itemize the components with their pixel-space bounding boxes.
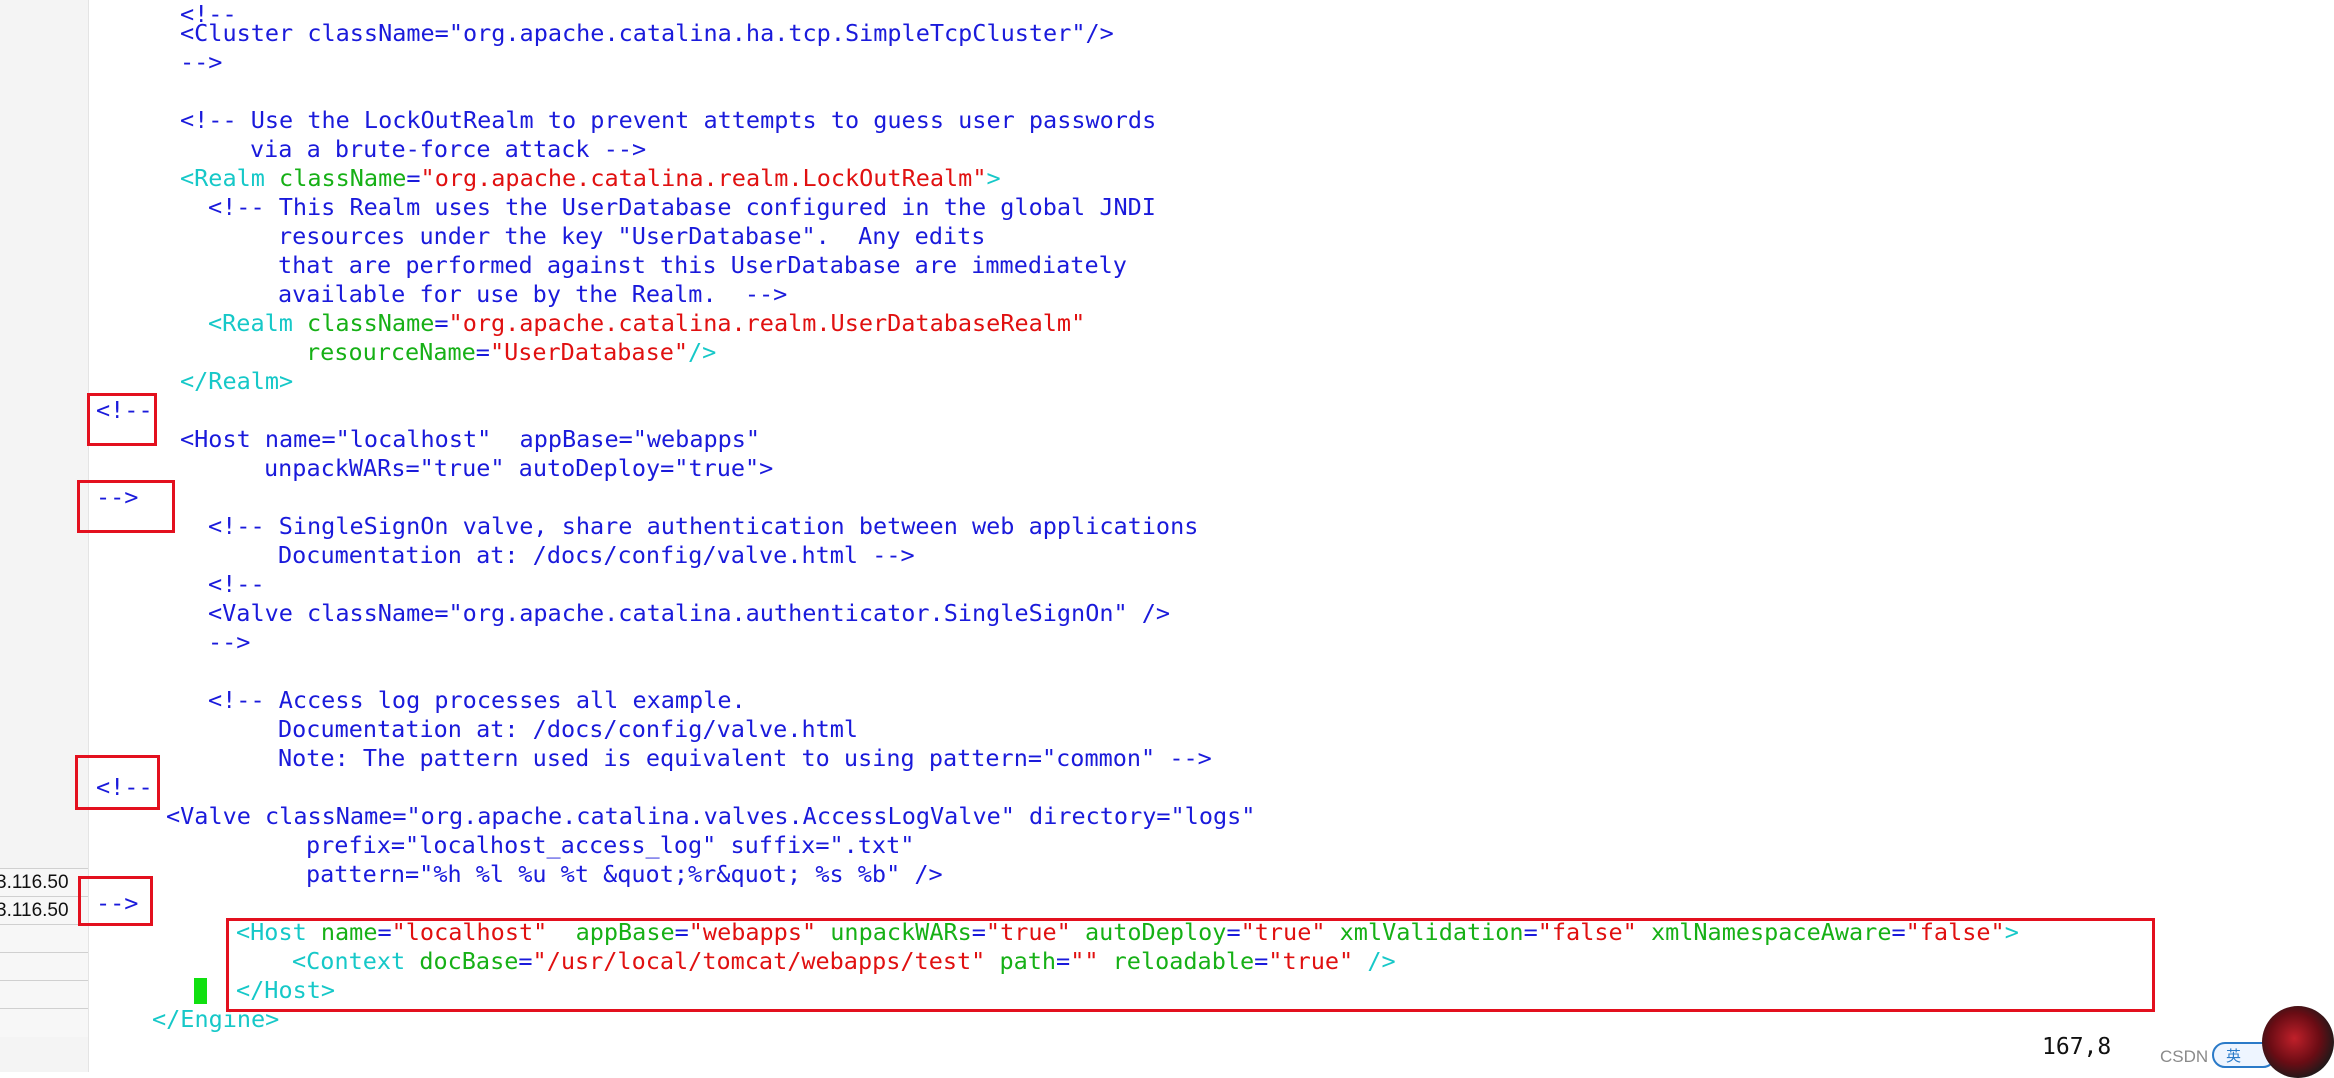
code-line[interactable]: <!-- This Realm uses the UserDatabase co… xyxy=(208,193,1156,222)
code-token: <!-- This Realm uses the UserDatabase co… xyxy=(208,193,1156,221)
code-token: </Realm> xyxy=(180,367,294,395)
code-line[interactable]: resources under the key "UserDatabase". … xyxy=(278,222,985,251)
code-line[interactable]: --> xyxy=(208,628,250,657)
code-token: className xyxy=(279,164,407,192)
code-token: available for use by the Realm. --> xyxy=(278,280,788,308)
annotation-box xyxy=(78,876,153,926)
code-line[interactable]: <Valve className="org.apache.catalina.va… xyxy=(166,802,1255,831)
code-token: <Valve className="org.apache.catalina.au… xyxy=(208,599,1171,627)
code-token: --> xyxy=(208,628,251,656)
code-line[interactable]: Documentation at: /docs/config/valve.htm… xyxy=(278,541,915,570)
code-token: "org.apache.catalina.realm.LockOutRealm" xyxy=(420,164,987,192)
code-token: = xyxy=(406,164,421,192)
panel-row: 3.116.50 xyxy=(0,896,88,925)
code-line[interactable]: available for use by the Realm. --> xyxy=(278,280,787,309)
code-token: <!-- Use the LockOutRealm to prevent att… xyxy=(180,106,1157,134)
annotation-box xyxy=(77,480,175,533)
code-token: <Realm xyxy=(180,164,280,192)
code-token: Documentation at: /docs/config/valve.htm… xyxy=(278,715,859,743)
code-line[interactable]: <!-- Access log processes all example. xyxy=(208,686,746,715)
code-token: > xyxy=(986,164,1001,192)
code-line[interactable]: <Cluster className="org.apache.catalina.… xyxy=(180,19,1114,48)
code-line[interactable]: <!-- xyxy=(208,570,265,599)
code-line[interactable]: prefix="localhost_access_log" suffix=".t… xyxy=(306,831,914,860)
code-token: pattern="%h %l %u %t &quot;%r&quot; %s %… xyxy=(306,860,943,888)
code-token: <Realm xyxy=(208,309,308,337)
left-panel: 3.116.50 3.116.50 xyxy=(0,0,89,1072)
code-token: = xyxy=(434,309,449,337)
code-line[interactable]: resourceName="UserDatabase"/> xyxy=(306,338,716,367)
code-line[interactable]: <Valve className="org.apache.catalina.au… xyxy=(208,599,1170,628)
code-token: <Valve className="org.apache.catalina.va… xyxy=(166,802,1256,830)
code-token: <!-- Access log processes all example. xyxy=(208,686,746,714)
code-token: resourceName xyxy=(306,338,476,366)
code-line[interactable]: pattern="%h %l %u %t &quot;%r&quot; %s %… xyxy=(306,860,943,889)
code-token: <!-- SingleSignOn valve, share authentic… xyxy=(208,512,1199,540)
code-token: "UserDatabase" xyxy=(489,338,689,366)
code-line[interactable]: <!-- SingleSignOn valve, share authentic… xyxy=(208,512,1198,541)
code-token: that are performed against this UserData… xyxy=(278,251,1127,279)
code-line[interactable]: </Realm> xyxy=(180,367,293,396)
code-line[interactable]: <Host name="localhost" appBase="webapps" xyxy=(180,425,760,454)
panel-row xyxy=(0,952,88,981)
panel-row xyxy=(0,1008,88,1037)
code-token: Documentation at: /docs/config/valve.htm… xyxy=(278,541,915,569)
text-cursor xyxy=(194,978,207,1004)
code-token: = xyxy=(475,338,490,366)
code-token: --> xyxy=(180,48,223,76)
panel-row: 3.116.50 xyxy=(0,868,88,897)
code-line[interactable]: Documentation at: /docs/config/valve.htm… xyxy=(278,715,858,744)
code-token: prefix="localhost_access_log" suffix=".t… xyxy=(306,831,915,859)
code-token: via a brute-force attack --> xyxy=(250,135,647,163)
code-line[interactable]: unpackWARs="true" autoDeploy="true"> xyxy=(264,454,773,483)
cursor-position-readout: 167,8 xyxy=(2042,1034,2112,1060)
code-line[interactable]: <Realm className="org.apache.catalina.re… xyxy=(208,309,1085,338)
code-line[interactable]: <!-- Use the LockOutRealm to prevent att… xyxy=(180,106,1156,135)
code-token: /> xyxy=(688,338,717,366)
panel-row xyxy=(0,924,88,953)
code-line[interactable]: via a brute-force attack --> xyxy=(250,135,646,164)
code-token: "org.apache.catalina.realm.UserDatabaseR… xyxy=(448,309,1086,337)
code-token: Note: The pattern used is equivalent to … xyxy=(278,744,1212,772)
avatar[interactable] xyxy=(2262,1006,2334,1078)
code-token: unpackWARs="true" autoDeploy="true"> xyxy=(264,454,774,482)
code-line[interactable]: that are performed against this UserData… xyxy=(278,251,1127,280)
code-token: resources under the key "UserDatabase". … xyxy=(278,222,986,250)
code-token: <!-- xyxy=(208,570,265,598)
code-token: <Host name="localhost" appBase="webapps" xyxy=(180,425,761,453)
panel-row xyxy=(0,980,88,1009)
code-line[interactable]: --> xyxy=(180,48,222,77)
code-line[interactable]: Note: The pattern used is equivalent to … xyxy=(278,744,1212,773)
annotation-box xyxy=(226,918,2155,1012)
code-line[interactable]: <Realm className="org.apache.catalina.re… xyxy=(180,164,1001,193)
annotation-box xyxy=(87,393,157,446)
code-token: <Cluster className="org.apache.catalina.… xyxy=(180,19,1114,47)
code-token: className xyxy=(307,309,435,337)
annotation-box xyxy=(75,755,160,810)
